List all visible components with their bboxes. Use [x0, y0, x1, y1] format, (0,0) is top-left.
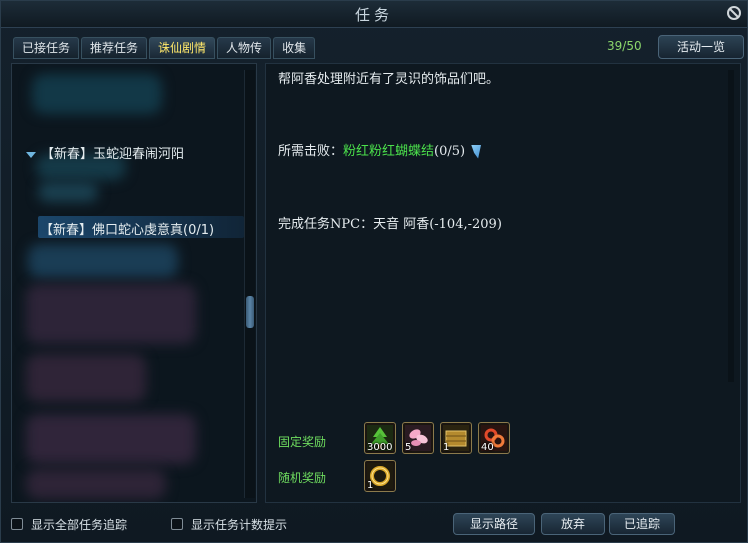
- abandon-button[interactable]: 放弃: [541, 513, 605, 535]
- reward-slot-token[interactable]: 40: [478, 422, 510, 454]
- show-count-hint-label: 显示任务计数提示: [191, 518, 288, 532]
- tracked-button[interactable]: 已追踪: [609, 513, 675, 535]
- requirement-progress: (0/5): [434, 144, 466, 159]
- reward-slot-chest[interactable]: 1: [440, 422, 472, 454]
- window-title: 任务: [354, 6, 393, 24]
- tab-character-biography[interactable]: 人物传: [217, 37, 272, 59]
- requirement-label: 所需击败：: [278, 144, 344, 159]
- show-all-tracking-checkbox[interactable]: [11, 518, 23, 530]
- reward-slot-random[interactable]: 1: [364, 460, 396, 492]
- tab-accepted-quests[interactable]: 已接任务: [13, 37, 80, 59]
- quest-tree-panel: 【新春】玉蛇迎春闹河阳 【新春】佛口蛇心虔意真(0/1): [11, 63, 257, 503]
- reward-qty: 3000: [367, 442, 393, 453]
- title-bar[interactable]: 任务: [1, 1, 747, 28]
- reward-qty: 5: [405, 442, 412, 453]
- quest-group-item[interactable]: 【新春】玉蛇迎春闹河阳: [26, 143, 184, 162]
- show-path-button[interactable]: 显示路径: [453, 513, 535, 535]
- quest-npc-line: 完成任务NPC：天音 阿香(-104,-209): [278, 217, 502, 232]
- quest-list-scrollbar[interactable]: [244, 70, 255, 498]
- reward-slot-petals[interactable]: 5: [402, 422, 434, 454]
- show-all-tracking-label: 显示全部任务追踪: [31, 518, 128, 532]
- blurred-entry: [38, 182, 98, 202]
- show-count-hint-checkbox[interactable]: [171, 518, 183, 530]
- footer-bar: 显示全部任务追踪 显示任务计数提示 显示路径 放弃 已追踪: [1, 509, 747, 543]
- chevron-down-icon: [26, 151, 36, 158]
- close-icon[interactable]: [727, 6, 741, 20]
- quest-detail-panel: 帮阿香处理附近有了灵识的饰品们吧。 所需击败：粉红粉红蝴蝶结(0/5) 完成任务…: [265, 63, 741, 503]
- quest-group-label: 【新春】玉蛇迎春闹河阳: [41, 147, 185, 162]
- tab-recommended-quests[interactable]: 推荐任务: [81, 37, 148, 59]
- activity-list-button[interactable]: 活动一览: [658, 35, 744, 59]
- reward-qty: 1: [367, 480, 374, 491]
- scroll-thumb[interactable]: [246, 296, 254, 328]
- quest-window: 任务 已接任务 推荐任务 诛仙剧情 人物传 收集 39/50 活动一览 【新春】…: [0, 0, 748, 543]
- reward-qty: 1: [443, 442, 450, 453]
- blurred-entry: [32, 74, 162, 114]
- tab-collection[interactable]: 收集: [273, 37, 316, 59]
- blurred-entry: [26, 414, 196, 464]
- detail-scrollbar[interactable]: [728, 70, 734, 382]
- requirement-target[interactable]: 粉红粉红蝴蝶结: [343, 144, 434, 159]
- tab-main-story[interactable]: 诛仙剧情: [149, 37, 216, 59]
- quest-description: 帮阿香处理附近有了灵识的饰品们吧。: [278, 72, 500, 87]
- blurred-entry: [28, 244, 178, 278]
- requirement-line: 所需击败：粉红粉红蝴蝶结(0/5): [278, 140, 482, 159]
- quest-item-selected[interactable]: 【新春】佛口蛇心虔意真(0/1): [40, 219, 214, 238]
- auto-path-icon[interactable]: [471, 144, 482, 159]
- quest-count: 39/50: [607, 39, 642, 53]
- quest-tabs: 已接任务 推荐任务 诛仙剧情 人物传 收集: [13, 37, 317, 59]
- fixed-reward-label: 固定奖励: [278, 435, 327, 449]
- reward-slot-exp[interactable]: 3000: [364, 422, 396, 454]
- blurred-entry: [26, 469, 166, 499]
- random-reward-label: 随机奖励: [278, 471, 327, 485]
- reward-qty: 40: [481, 442, 494, 453]
- blurred-entry: [26, 284, 196, 344]
- blurred-entry: [26, 354, 146, 402]
